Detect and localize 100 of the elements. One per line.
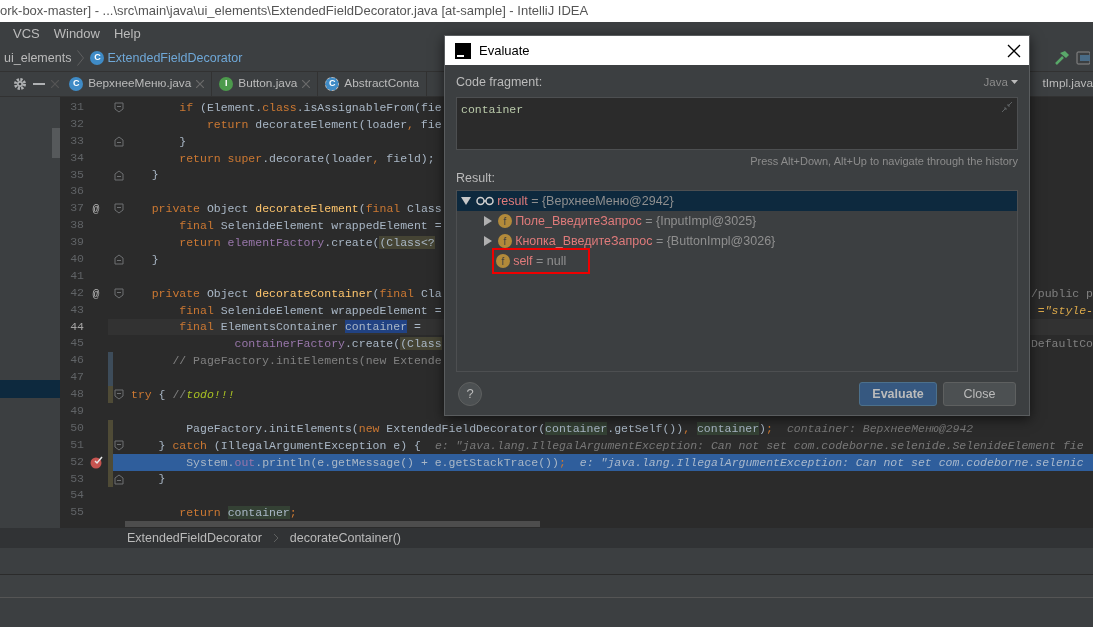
tree-node-label[interactable]: result = {ВерхнееМеню@2942}	[497, 191, 674, 211]
menu-item[interactable]: Help	[114, 23, 141, 44]
change-marker[interactable]	[108, 470, 113, 488]
fold-icon[interactable]	[114, 473, 124, 485]
line-number: 46	[69, 352, 84, 369]
code-line: try { //todo!!!	[130, 386, 235, 403]
editor-tab[interactable]: C ВерхнееМеню.java	[62, 72, 213, 96]
line-number: 52	[69, 453, 84, 470]
glasses-icon	[476, 196, 494, 206]
line-number: 48	[69, 386, 84, 403]
fold-icon[interactable]	[114, 439, 124, 451]
code-line: return elementFactory.create((Class<?	[178, 234, 435, 251]
hammer-icon[interactable]	[1053, 50, 1070, 66]
evaluate-button[interactable]: Evaluate	[859, 382, 937, 406]
history-hint: Press Alt+Down, Alt+Up to navigate through the history	[750, 153, 1018, 169]
line-number: 33	[69, 132, 84, 149]
file-icon: C	[325, 77, 340, 91]
annotation-marker: @	[92, 201, 100, 218]
fold-icon[interactable]	[114, 203, 124, 215]
code-line: return super.decorate(loader, field);	[178, 150, 435, 167]
close-icon[interactable]	[1007, 43, 1021, 58]
line-number: 42	[69, 284, 84, 301]
line-number: 36	[69, 183, 84, 200]
fold-icon[interactable]	[114, 287, 124, 299]
window-title: ork-box-master] - ...\src\main\java\ui_elements\ExtendedFieldDecorator.java [at-sample] - IntelliJ IDEA	[0, 2, 589, 21]
annotation-marker: @	[92, 285, 100, 302]
line-number: 55	[69, 504, 84, 521]
menu-item[interactable]: VCS	[13, 23, 40, 44]
change-marker[interactable]	[108, 419, 113, 437]
selection-highlight	[0, 380, 60, 398]
code-fragment: ="style-	[1037, 302, 1093, 319]
code-line: }	[150, 251, 159, 268]
scrollbar-thumb[interactable]	[52, 128, 60, 158]
tab-label: AbstractConta	[344, 75, 420, 93]
code-line: private Object decorateElement(final Class	[150, 201, 442, 218]
menu-item[interactable]: Window	[53, 23, 100, 44]
collapse-icon[interactable]	[1001, 100, 1013, 113]
fold-icon[interactable]	[114, 169, 124, 181]
breadcrumb-item[interactable]: ui_elements	[4, 48, 72, 68]
close-button[interactable]: Close	[943, 382, 1016, 406]
line-number: 32	[69, 115, 84, 132]
field-label: Code fragment:	[456, 74, 543, 91]
line-number: 34	[69, 149, 84, 166]
line-number: 31	[69, 99, 84, 115]
tab-close-icon[interactable]	[302, 80, 311, 88]
line-number: 44	[69, 318, 84, 335]
editor-tab[interactable]: tImpl.java	[1035, 72, 1093, 96]
line-number: 38	[69, 217, 84, 234]
chevron-icon	[271, 531, 280, 545]
fold-icon[interactable]	[114, 135, 124, 147]
window-icon[interactable]	[1075, 50, 1090, 66]
fold-icon[interactable]	[114, 253, 124, 265]
chevron-icon	[77, 50, 85, 66]
change-marker[interactable]	[108, 369, 113, 387]
settings-icon[interactable]	[12, 77, 27, 91]
fold-icon[interactable]	[114, 101, 124, 113]
line-number: 54	[69, 487, 84, 504]
breadcrumb-item[interactable]: ExtendedFieldDecorator	[107, 48, 243, 68]
line-number: 41	[69, 267, 84, 284]
tree-node-label[interactable]: self = null	[513, 251, 567, 271]
line-number: 47	[69, 369, 84, 386]
code-line: if (Element.class.isAssignableFrom(fie	[178, 99, 442, 116]
line-number: 35	[69, 166, 84, 183]
code-line: final SelenideElement wrappedElement =	[178, 302, 442, 319]
code-line: final ElementsContainer container =	[178, 319, 421, 336]
editor-tab[interactable]: I Button.java	[212, 72, 319, 96]
line-number: 53	[69, 470, 84, 487]
breadcrumb-item[interactable]: ExtendedFieldDecorator	[127, 528, 262, 548]
breadcrumb-item[interactable]: decorateContainer()	[289, 528, 401, 548]
tree-node-label[interactable]: Кнопка_ВведитеЗапрос = {ButtonImpl@3026}	[515, 231, 776, 251]
code-line: private Object decorateContainer(final Cla	[150, 285, 442, 302]
breakpoint-icon[interactable]	[89, 455, 103, 470]
tree-row[interactable]: result = {ВерхнееМеню@2942}	[457, 191, 1017, 211]
code-fragment-field[interactable]: container	[456, 96, 1018, 150]
field-icon: f	[496, 254, 510, 268]
code-line: return container;	[178, 505, 297, 522]
scrollbar-thumb[interactable]	[125, 521, 540, 528]
expand-toggle-icon[interactable]	[483, 216, 493, 226]
caret-icon	[1011, 80, 1018, 85]
fold-icon[interactable]	[114, 389, 124, 401]
code-line: final SelenideElement wrappedElement =	[178, 218, 442, 235]
change-marker[interactable]	[108, 386, 113, 404]
code-line: // PageFactory.initElements(new Extende	[171, 353, 442, 370]
field-icon: f	[498, 214, 512, 228]
app-icon	[455, 42, 471, 59]
line-number: 37	[69, 200, 84, 217]
expand-toggle-icon[interactable]	[483, 236, 493, 246]
file-icon: C	[69, 77, 84, 91]
code-line: PageFactory.initElements(new ExtendedFieldDecorator(container.getSelf()), container);	[185, 420, 773, 437]
help-button[interactable]: ?	[458, 382, 482, 406]
line-number: 39	[69, 234, 84, 251]
tab-label: Button.java	[238, 75, 298, 93]
change-marker[interactable]	[108, 352, 113, 370]
code-line: containerFactory.create((Class	[233, 336, 442, 353]
language-dropdown[interactable]: Java	[983, 73, 1018, 91]
tab-close-icon[interactable]	[196, 80, 205, 88]
tree-node-label[interactable]: Поле_ВведитеЗапрос = {InputImpl@3025}	[515, 211, 757, 231]
expand-toggle-icon[interactable]	[461, 196, 471, 206]
line-number: 45	[69, 335, 84, 352]
editor-tab[interactable]: C AbstractConta	[318, 72, 428, 96]
